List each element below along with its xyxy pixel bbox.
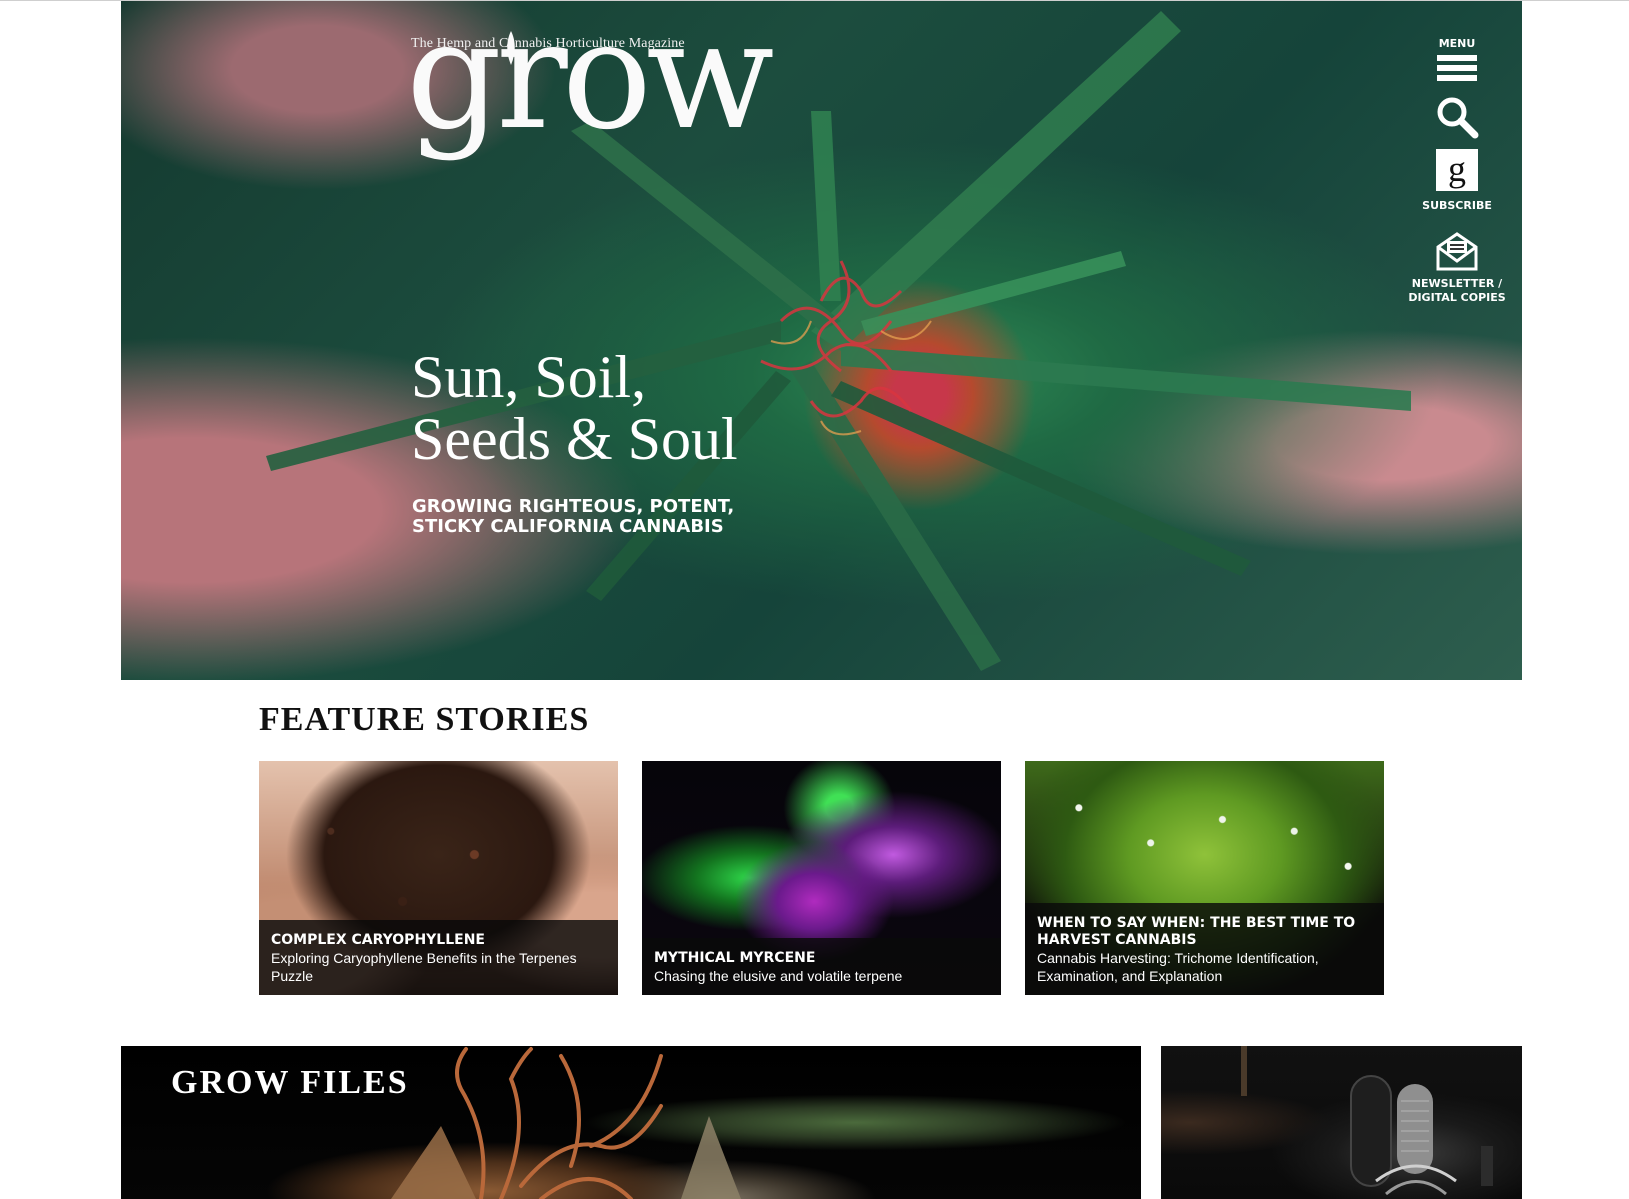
- card-subtitle: Exploring Caryophyllene Benefits in the …: [271, 950, 577, 984]
- hero-subhead[interactable]: GROWING RIGHTEOUS, POTENT, STICKY CALIFO…: [412, 497, 734, 537]
- card-subtitle: Chasing the elusive and volatile terpene: [654, 968, 903, 984]
- headline-line-2: Seeds & Soul: [411, 406, 738, 472]
- hero-headline[interactable]: Sun, Soil, Seeds & Soul: [411, 346, 738, 470]
- feature-stories-heading: FEATURE STORIES: [259, 701, 590, 738]
- cannabis-plant-illustration: [266, 11, 1411, 671]
- menu-label: MENU: [1438, 37, 1476, 50]
- card-caption: WHEN TO SAY WHEN: THE BEST TIME TO HARVE…: [1025, 903, 1384, 995]
- hamburger-icon: [1437, 55, 1477, 81]
- search-icon: [1437, 97, 1479, 139]
- card-caption: COMPLEX CARYOPHYLLENE Exploring Caryophy…: [259, 920, 618, 995]
- subhead-line-1: GROWING RIGHTEOUS, POTENT,: [412, 496, 735, 517]
- grow-files-heading: GROW FILES: [171, 1064, 409, 1101]
- subhead-line-2: STICKY CALIFORNIA CANNABIS: [412, 516, 724, 537]
- newsletter-label-2: DIGITAL COPIES: [1408, 291, 1506, 304]
- microphone-icon: [1241, 1046, 1493, 1196]
- search-button[interactable]: [1387, 95, 1522, 139]
- feature-card-caryophyllene[interactable]: COMPLEX CARYOPHYLLENE Exploring Caryophy…: [259, 761, 618, 995]
- card-subtitle: Cannabis Harvesting: Trichome Identifica…: [1037, 950, 1319, 984]
- hero-banner[interactable]: The Hemp and Cannabis Horticulture Magaz…: [121, 1, 1522, 680]
- card-title[interactable]: MYTHICAL MYRCENE: [654, 950, 989, 967]
- feature-card-myrcene[interactable]: MYTHICAL MYRCENE Chasing the elusive and…: [642, 761, 1001, 995]
- newsletter-label-1: NEWSLETTER /: [1411, 277, 1503, 290]
- envelope-icon: [1436, 232, 1478, 271]
- card-caption: MYTHICAL MYRCENE Chasing the elusive and…: [642, 938, 1001, 995]
- grow-logo[interactable]: grow: [406, 1, 774, 151]
- menu-button[interactable]: MENU: [1387, 37, 1522, 85]
- podcast-banner[interactable]: [1161, 1046, 1522, 1199]
- grow-files-banner[interactable]: GROW FILES: [121, 1046, 1141, 1199]
- feature-card-harvest[interactable]: WHEN TO SAY WHEN: THE BEST TIME TO HARVE…: [1025, 761, 1384, 995]
- subscribe-button[interactable]: g SUBSCRIBE: [1387, 149, 1522, 213]
- headline-line-1: Sun, Soil,: [411, 344, 647, 410]
- subscribe-label: SUBSCRIBE: [1422, 199, 1492, 212]
- subscribe-g-icon: g: [1436, 149, 1478, 191]
- newsletter-button[interactable]: NEWSLETTER / DIGITAL COPIES: [1387, 231, 1522, 305]
- card-title[interactable]: WHEN TO SAY WHEN: THE BEST TIME TO HARVE…: [1037, 915, 1372, 949]
- card-title[interactable]: COMPLEX CARYOPHYLLENE: [271, 932, 606, 949]
